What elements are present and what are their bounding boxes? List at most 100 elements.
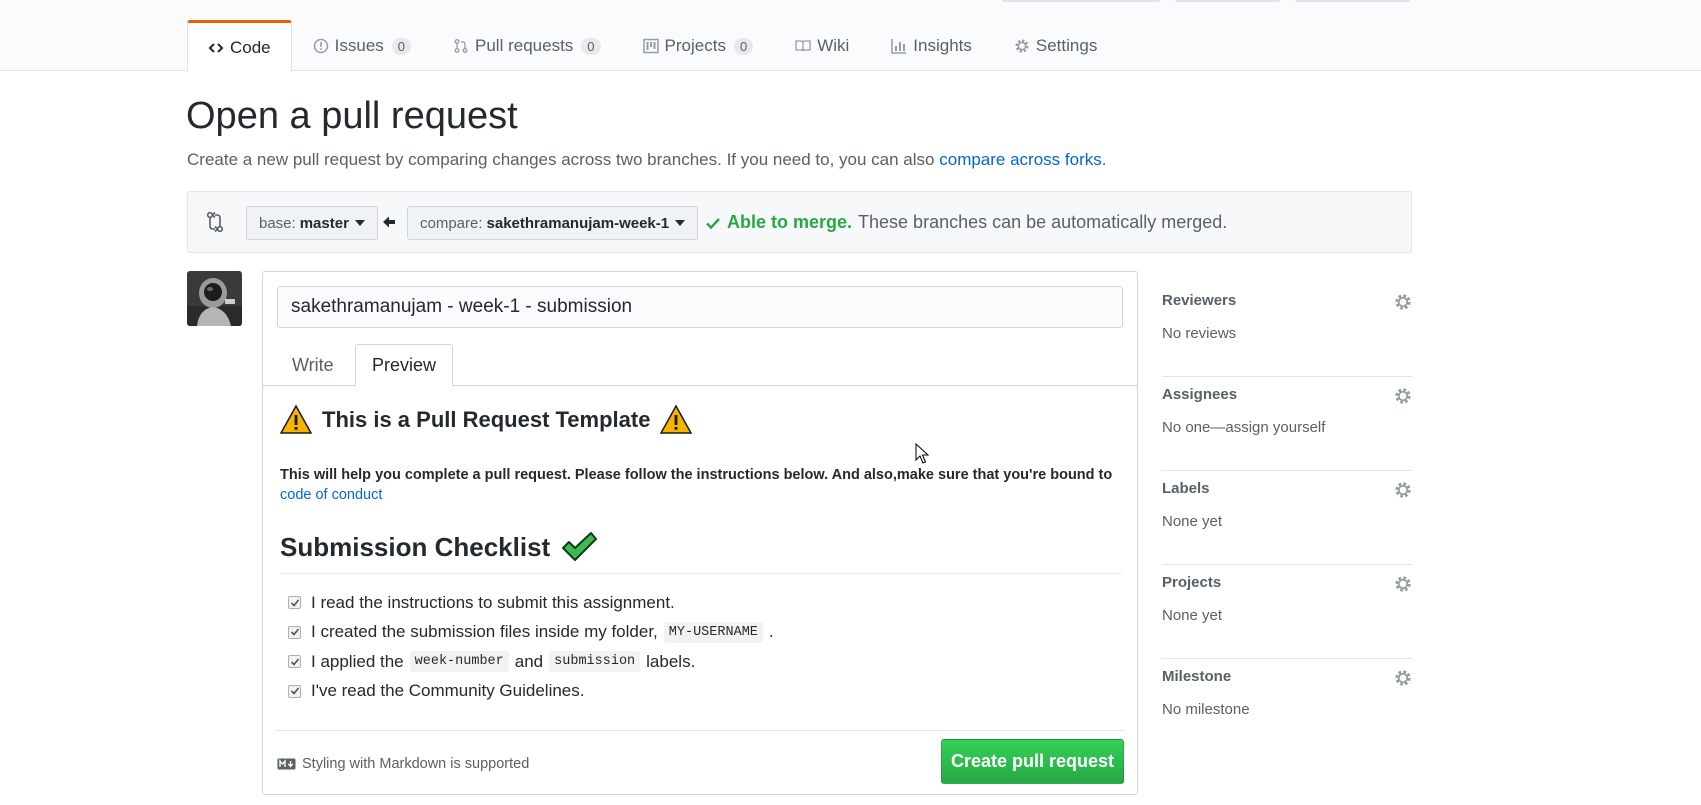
checked-checkbox [288,684,301,698]
avatar[interactable] [187,271,242,326]
template-heading-text: This is a Pull Request Template [322,407,651,432]
branch-range-bar: base: master compare: sakethramanujam-we… [187,191,1412,253]
tab-settings[interactable]: Settings [993,20,1118,71]
sidebar-labels: Labels None yet [1162,471,1412,565]
sidebar-value[interactable]: No one—assign yourself [1162,419,1325,436]
tab-wiki[interactable]: Wiki [774,20,870,71]
tab-write[interactable]: Write [276,344,350,386]
chevron-down-icon [675,220,686,226]
checked-checkbox [288,596,301,610]
code-icon [208,42,224,53]
gear-icon[interactable] [1394,575,1412,593]
graph-icon [891,39,907,54]
book-icon [795,40,811,52]
gear-icon[interactable] [1394,387,1412,405]
checkmark-icon [290,628,299,636]
template-help-body: This will help you complete a pull reque… [280,467,1113,483]
base-prefix: base: [259,214,296,232]
tab-insights[interactable]: Insights [870,20,993,71]
checkmark-icon [290,658,299,666]
template-heading: This is a Pull Request Template [280,402,1122,438]
sidebar-title: Projects [1162,574,1222,591]
checkmark-icon [290,687,299,695]
sidebar-title: Labels [1162,480,1210,497]
pr-title-input[interactable] [277,286,1123,328]
markdown-icon [277,758,296,770]
sidebar: Reviewers No reviews Assignees No one—as… [1162,283,1412,753]
warning-icon [660,404,693,434]
sidebar-value: No reviews [1162,325,1237,342]
page-description-period: . [1101,150,1107,169]
page-title: Open a pull request [186,95,518,137]
tab-pull-requests[interactable]: Pull requests 0 [432,20,622,71]
warning-icon [280,404,312,434]
checklist-item-text: I read the instructions to submit this a… [311,592,675,612]
tab-preview[interactable]: Preview [355,344,454,386]
compare-across-forks-link[interactable]: compare across forks [939,150,1102,169]
checklist-heading: Submission Checklist [280,531,1122,574]
sidebar-value: No milestone [1162,701,1250,718]
tab-projects[interactable]: Projects 0 [622,20,775,71]
inline-code: MY-USERNAME [663,621,763,643]
pull-request-form: Write Preview This is a Pull Request Tem… [262,271,1138,795]
pulls-counter: 0 [581,37,601,55]
issues-counter: 0 [391,37,412,55]
markdown-note-text: Styling with Markdown is supported [302,756,530,772]
checklist-item: I applied the week-number and submission… [288,647,1122,677]
sidebar-title: Reviewers [1162,292,1237,309]
page-description: Create a new pull request by comparing c… [187,150,1106,170]
sidebar-value: None yet [1162,607,1223,624]
merge-ok-text: Able to merge. [727,212,853,232]
inline-code: week-number [409,651,509,673]
markdown-preview: This is a Pull Request Template This wil… [280,402,1122,706]
markdown-note[interactable]: Styling with Markdown is supported [277,756,529,772]
check-icon [706,217,720,229]
form-footer-divider [275,730,1125,731]
tab-code[interactable]: Code [187,20,292,72]
checklist-item: I've read the Community Guidelines. [288,677,1122,707]
astronaut-avatar-icon [187,271,242,326]
sidebar-value: None yet [1162,513,1223,530]
checklist-item-text: I've read the Community Guidelines. [311,681,585,701]
repo-nav: Code Issues 0 Pull requests 0 Projects 0… [187,20,1118,72]
projects-counter: 0 [733,37,754,55]
checkmark-icon [290,599,299,607]
sidebar-milestone: Milestone No milestone [1162,659,1412,753]
tab-wiki-label: Wiki [817,36,850,55]
checklist-item-text: . [768,622,774,642]
sidebar-reviewers: Reviewers No reviews [1162,283,1412,377]
checked-checkbox [288,625,301,639]
checklist-heading-text: Submission Checklist [280,531,551,562]
compare-branch-name: sakethramanujam-week-1 [486,214,670,232]
create-pull-request-button[interactable]: Create pull request [941,739,1124,784]
checklist: I read the instructions to submit this a… [280,588,1122,706]
gear-icon[interactable] [1394,293,1412,311]
tab-settings-label: Settings [1035,36,1098,55]
checklist-item-text: and [514,651,544,671]
checked-checkbox [288,655,301,669]
arrow-left-icon [383,216,395,228]
checklist-item: I read the instructions to submit this a… [288,588,1122,618]
gear-icon[interactable] [1394,481,1412,499]
heavy-check-icon [562,532,598,561]
tab-issues[interactable]: Issues 0 [292,20,432,71]
compare-arrows-icon [206,211,224,233]
checklist-item: I created the submission files inside my… [288,618,1122,648]
tab-issues-label: Issues [334,36,384,55]
template-help-text: This will help you complete a pull reque… [280,465,1122,505]
page-description-text: Create a new pull request by comparing c… [187,150,935,169]
tab-projects-label: Projects [664,36,726,55]
gear-icon[interactable] [1394,669,1412,687]
code-of-conduct-link[interactable]: code of conduct [280,487,382,503]
checklist-item-text: labels. [646,651,696,671]
chevron-down-icon [354,220,365,226]
base-branch-select[interactable]: base: master [246,206,378,240]
gear-icon [1015,39,1029,53]
tab-pull-requests-label: Pull requests [475,36,574,55]
mouse-cursor-icon [915,443,929,464]
pull-request-icon [454,39,468,53]
compare-branch-select[interactable]: compare: sakethramanujam-week-1 [407,206,699,240]
compare-prefix: compare: [420,214,483,232]
project-icon [642,38,659,54]
merge-status: Able to merge. These branches can be aut… [705,212,1227,233]
